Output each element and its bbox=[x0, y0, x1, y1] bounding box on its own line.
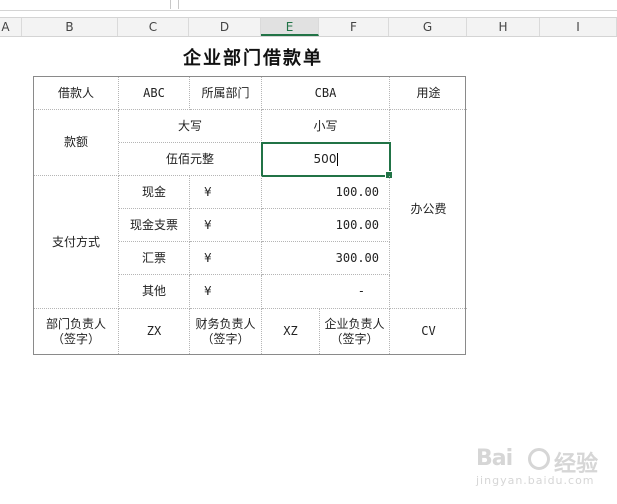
name-box[interactable] bbox=[0, 0, 171, 9]
watermark-url: jingyan.baidu.com bbox=[476, 474, 595, 487]
dept-label[interactable]: 所属部门 bbox=[190, 77, 262, 110]
column-header-c[interactable]: C bbox=[118, 18, 189, 36]
dept-head-label[interactable]: 部门负责人 （签字） bbox=[34, 309, 119, 354]
loan-form-table: 借款人 ABC 所属部门 CBA 用途 款额 大写 小写 伍佰元整 500 办公… bbox=[33, 76, 467, 355]
column-header-e[interactable]: E bbox=[261, 18, 319, 36]
payment-method-check[interactable]: 现金支票 bbox=[119, 209, 190, 242]
formula-bar bbox=[0, 0, 617, 11]
lower-case-value-active-cell[interactable]: 500 bbox=[261, 142, 393, 179]
payment-currency-other[interactable]: ¥ bbox=[190, 275, 262, 309]
sheet-title[interactable]: 企业部门借款单 bbox=[118, 44, 388, 70]
finance-head-value[interactable]: XZ bbox=[262, 309, 320, 354]
payment-amount-check[interactable]: 100.00 bbox=[262, 209, 390, 242]
lower-case-label[interactable]: 小写 bbox=[262, 110, 390, 143]
payment-currency-draft[interactable]: ¥ bbox=[190, 242, 262, 275]
dept-value[interactable]: CBA bbox=[262, 77, 390, 110]
column-header-a[interactable]: A bbox=[0, 18, 22, 36]
upper-case-value[interactable]: 伍佰元整 bbox=[119, 143, 262, 176]
company-head-value[interactable]: CV bbox=[390, 309, 467, 354]
column-header-f[interactable]: F bbox=[319, 18, 389, 36]
watermark-brand-a: Bai bbox=[476, 446, 513, 471]
text-caret bbox=[337, 153, 339, 166]
purpose-value[interactable]: 办公费 bbox=[390, 110, 467, 309]
borrower-label[interactable]: 借款人 bbox=[34, 77, 119, 110]
payment-amount-draft[interactable]: 300.00 bbox=[262, 242, 390, 275]
payment-method-label[interactable]: 支付方式 bbox=[34, 176, 119, 309]
column-header-strip: A B C D E F G H I bbox=[0, 17, 617, 37]
column-header-g[interactable]: G bbox=[389, 18, 467, 36]
column-header-h[interactable]: H bbox=[467, 18, 540, 36]
payment-method-other[interactable]: 其他 bbox=[119, 275, 190, 309]
payment-amount-other[interactable]: - bbox=[262, 275, 390, 309]
payment-method-draft[interactable]: 汇票 bbox=[119, 242, 190, 275]
column-header-i[interactable]: I bbox=[540, 18, 617, 36]
baidu-watermark: Bai 经验 jingyan.baidu.com bbox=[466, 446, 616, 496]
payment-amount-cash[interactable]: 100.00 bbox=[262, 176, 390, 209]
upper-case-label[interactable]: 大写 bbox=[119, 110, 262, 143]
finance-head-label[interactable]: 财务负责人 （签字） bbox=[190, 309, 262, 354]
payment-currency-cash[interactable]: ¥ bbox=[190, 176, 262, 209]
borrower-value[interactable]: ABC bbox=[119, 77, 190, 110]
column-header-b[interactable]: B bbox=[22, 18, 118, 36]
company-head-label[interactable]: 企业负责人 （签字） bbox=[320, 309, 390, 354]
formula-input[interactable] bbox=[178, 0, 617, 9]
payment-currency-check[interactable]: ¥ bbox=[190, 209, 262, 242]
payment-method-cash[interactable]: 现金 bbox=[119, 176, 190, 209]
column-header-d[interactable]: D bbox=[189, 18, 261, 36]
paw-icon bbox=[528, 448, 550, 470]
lower-case-value: 500 bbox=[313, 152, 337, 166]
amount-label[interactable]: 款额 bbox=[34, 110, 119, 176]
purpose-label[interactable]: 用途 bbox=[390, 77, 467, 110]
dept-head-value[interactable]: ZX bbox=[119, 309, 190, 354]
